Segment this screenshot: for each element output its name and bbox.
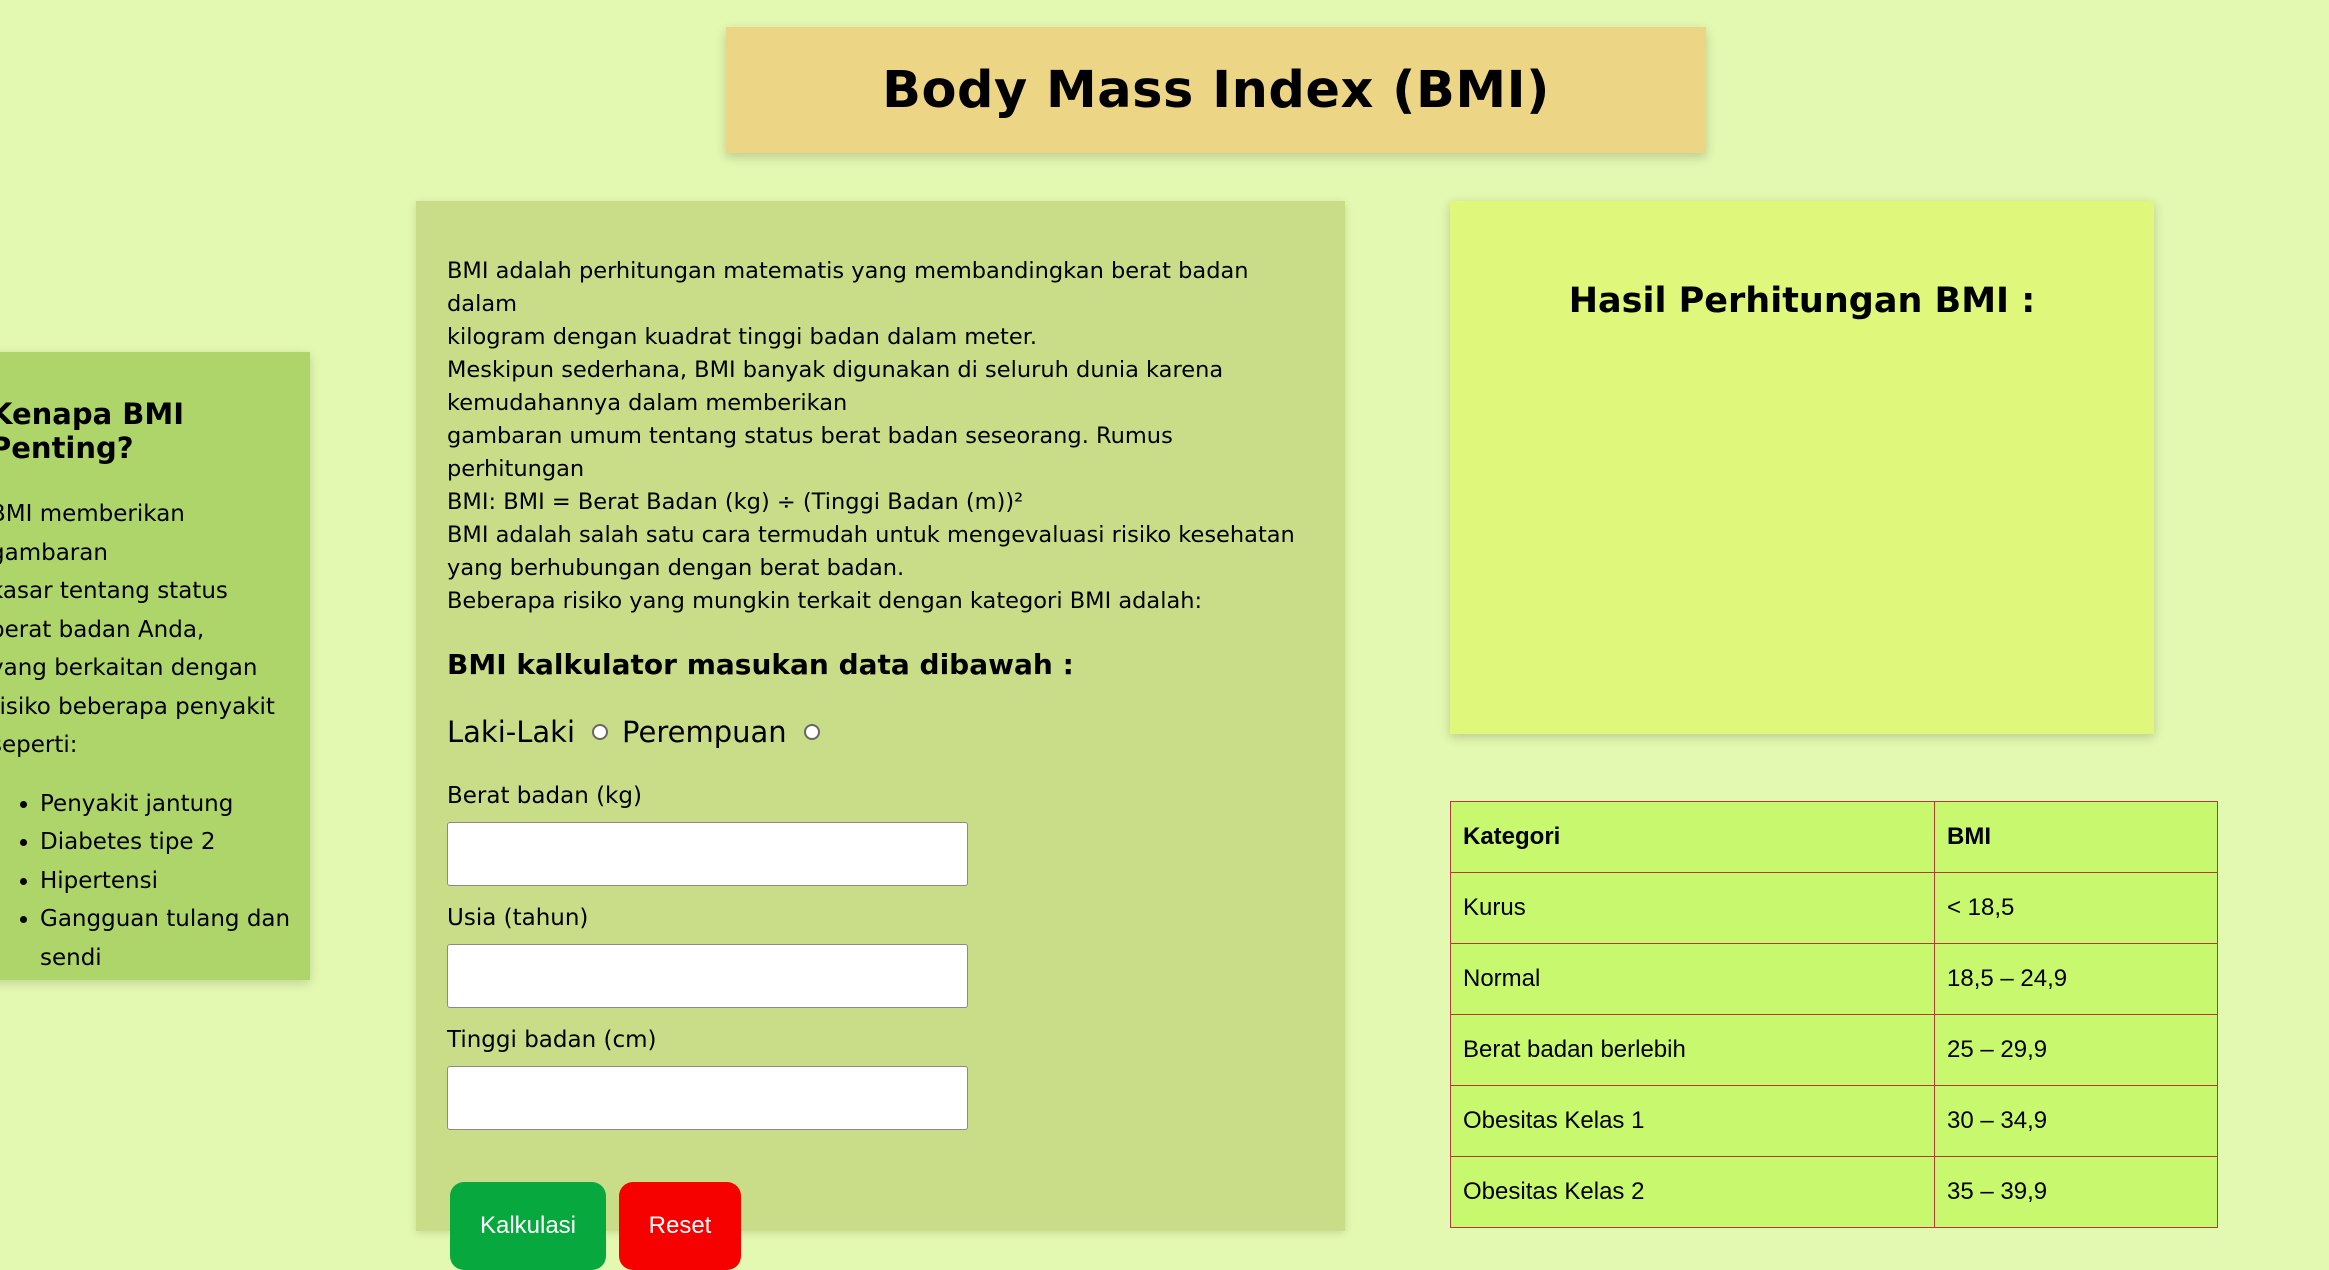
age-label: Usia (tahun) [447, 905, 589, 931]
intro-line: BMI adalah perhitungan matematis yang me… [447, 258, 1249, 317]
weight-input[interactable] [447, 822, 968, 886]
sidebar-text: BMI memberikan gambaran kasar tentang st… [0, 495, 296, 765]
calculator-title: BMI kalkulator masukan data dibawah : [447, 648, 1074, 681]
result-panel: Hasil Perhitungan BMI : [1450, 201, 2154, 734]
intro-line: Beberapa risiko yang mungkin terkait den… [447, 588, 1203, 614]
sidebar-title: Kenapa BMI Penting? [0, 397, 185, 465]
gender-option-male[interactable]: Laki-Laki [447, 715, 622, 749]
intro-line: kilogram dengan kuadrat tinggi badan dal… [447, 324, 1038, 350]
table-row: Obesitas Kelas 2 35 – 39,9 [1450, 1156, 2218, 1228]
gender-option-female[interactable]: Perempuan [622, 715, 834, 749]
table-cell-bmi: < 18,5 [1934, 872, 2218, 944]
list-item: Hipertensi [40, 862, 296, 901]
sidebar-text-line: seperti: [0, 732, 78, 758]
gender-label-female: Perempuan [622, 715, 787, 749]
table-row: Berat badan berlebih 25 – 29,9 [1450, 1014, 2218, 1086]
sidebar-text-line: yang berkaitan dengan [0, 655, 258, 681]
intro-line: BMI adalah salah satu cara termudah untu… [447, 522, 1295, 548]
table-cell-category: Obesitas Kelas 1 [1450, 1085, 1935, 1157]
table-header-row: Kategori BMI [1450, 801, 2218, 873]
disease-list: Penyakit jantung Diabetes tipe 2 Hiperte… [0, 785, 296, 978]
bmi-category-table: Kategori BMI Kurus < 18,5 Normal 18,5 – … [1450, 801, 2218, 1228]
height-input[interactable] [447, 1066, 968, 1130]
intro-text: BMI adalah perhitungan matematis yang me… [447, 255, 1315, 618]
list-item: Diabetes tipe 2 [40, 823, 296, 862]
table-cell-bmi: 25 – 29,9 [1934, 1014, 2218, 1086]
page-title: Body Mass Index (BMI) [882, 60, 1550, 120]
list-item: Gangguan tulang dan sendi [40, 900, 296, 977]
sidebar-info-card: Kenapa BMI Penting? BMI memberikan gamba… [0, 352, 310, 980]
sidebar-text-line: kasar tentang status [0, 578, 228, 604]
intro-line: Meskipun sederhana, BMI banyak digunakan… [447, 357, 1224, 383]
list-item: Penyakit jantung [40, 785, 296, 824]
male-radio[interactable] [592, 724, 609, 740]
intro-line: gambaran umum tentang status berat badan… [447, 423, 1173, 482]
table-cell-category: Kurus [1450, 872, 1935, 944]
intro-line: BMI: BMI = Berat Badan (kg) ÷ (Tinggi Ba… [447, 489, 1024, 515]
table-row: Kurus < 18,5 [1450, 872, 2218, 944]
age-input[interactable] [447, 944, 968, 1008]
page-header: Body Mass Index (BMI) [726, 27, 1706, 153]
table-row: Normal 18,5 – 24,9 [1450, 943, 2218, 1015]
table-header-category: Kategori [1450, 801, 1935, 873]
female-radio[interactable] [803, 724, 820, 740]
table-cell-category: Normal [1450, 943, 1935, 1015]
intro-line: kemudahannya dalam memberikan [447, 390, 848, 416]
sidebar-text-line: BMI memberikan gambaran [0, 501, 185, 566]
table-cell-category: Obesitas Kelas 2 [1450, 1156, 1935, 1228]
gender-label-male: Laki-Laki [447, 715, 576, 749]
table-header-bmi: BMI [1934, 801, 2218, 873]
result-title: Hasil Perhitungan BMI : [1568, 281, 2036, 321]
table-cell-bmi: 18,5 – 24,9 [1934, 943, 2218, 1015]
calculator-card: BMI adalah perhitungan matematis yang me… [416, 201, 1345, 1270]
table-cell-bmi: 30 – 34,9 [1934, 1085, 2218, 1157]
sidebar-text-line: risiko beberapa penyakit [0, 693, 275, 720]
weight-label: Berat badan (kg) [447, 783, 642, 809]
sidebar-text-line: berat badan Anda, [0, 616, 205, 643]
table-cell-bmi: 35 – 39,9 [1934, 1156, 2218, 1228]
table-cell-category: Berat badan berlebih [1450, 1014, 1935, 1086]
intro-line: yang berhubungan dengan berat badan. [447, 555, 905, 581]
action-buttons: Kalkulasi Reset [447, 1182, 1315, 1270]
gender-selector: Laki-Laki Perempuan [447, 715, 1315, 749]
calculate-button[interactable]: Kalkulasi [450, 1182, 606, 1270]
reset-button[interactable]: Reset [619, 1182, 741, 1270]
table-row: Obesitas Kelas 1 30 – 34,9 [1450, 1085, 2218, 1157]
height-label: Tinggi badan (cm) [447, 1027, 657, 1053]
